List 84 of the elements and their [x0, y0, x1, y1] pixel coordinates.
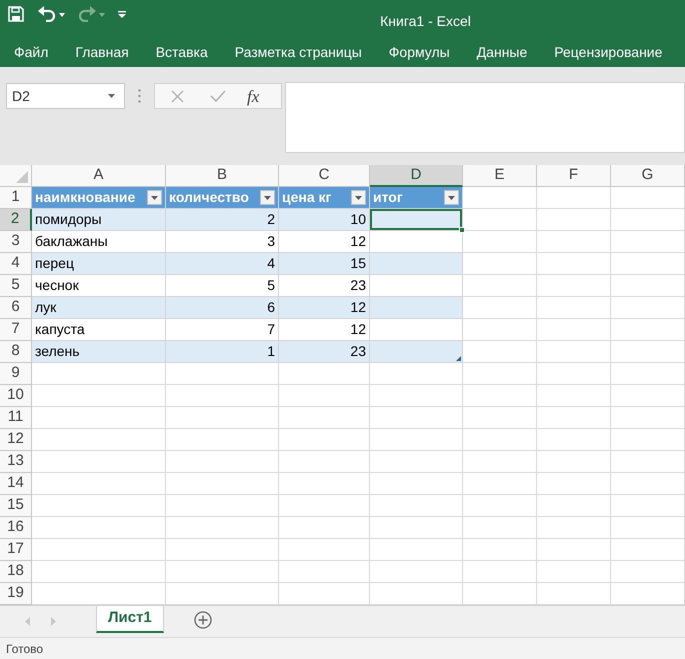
row-header[interactable]: 1	[0, 187, 32, 209]
column-title: цена кг	[282, 188, 332, 207]
row-header[interactable]: 2	[0, 209, 32, 231]
table-cell: 1	[166, 341, 279, 363]
table-cell: 15	[279, 253, 370, 275]
table-cell: 23	[279, 275, 370, 297]
table-cell: 5	[166, 275, 279, 297]
table-cell: баклажаны	[32, 231, 166, 253]
caret-icon[interactable]	[59, 13, 65, 17]
table-cell: чеснок	[32, 275, 166, 297]
row-header[interactable]: 15	[0, 495, 32, 517]
active-cell[interactable]	[370, 209, 463, 231]
ribbon-tab[interactable]: Вставка	[144, 39, 220, 65]
filter-button[interactable]	[444, 190, 459, 205]
insert-function-button[interactable]: fx	[245, 88, 262, 104]
row-header[interactable]: 5	[0, 275, 32, 297]
column-title: количество	[169, 188, 249, 207]
formula-input[interactable]	[285, 82, 685, 153]
status-text: Готово	[6, 640, 44, 658]
table-cell: помидоры	[32, 209, 166, 231]
row-header[interactable]: 9	[0, 363, 32, 385]
table-cell: перец	[32, 253, 166, 275]
row-header[interactable]: 16	[0, 517, 32, 539]
window-title: Книга1 - Excel	[380, 12, 471, 31]
column-header[interactable]: C	[279, 165, 370, 187]
column-header[interactable]: B	[166, 165, 279, 187]
undo-icon[interactable]	[38, 6, 56, 22]
filter-button[interactable]	[351, 190, 366, 205]
row-header[interactable]: 18	[0, 561, 32, 583]
customize-toolbar-icon[interactable]	[118, 10, 126, 18]
ribbon-tab[interactable]: Главная	[63, 39, 141, 65]
row-header[interactable]: 7	[0, 319, 32, 341]
ribbon-tab[interactable]: Рецензирование	[542, 39, 674, 65]
table-cell: 3	[166, 231, 279, 253]
save-icon[interactable]	[8, 6, 24, 22]
table-cell: 4	[166, 253, 279, 275]
table-cell: 12	[279, 297, 370, 319]
row-header[interactable]: 10	[0, 385, 32, 407]
sheet-tab[interactable]: Лист1	[96, 606, 164, 633]
row-header[interactable]: 17	[0, 539, 32, 561]
ribbon-tab[interactable]: Формулы	[376, 39, 462, 65]
row-header[interactable]: 13	[0, 451, 32, 473]
check-icon[interactable]	[210, 90, 226, 102]
caret-icon[interactable]	[355, 196, 362, 200]
column-title: наимкнование	[35, 188, 136, 207]
row-header[interactable]: 8	[0, 341, 32, 363]
triangle-icon	[16, 171, 28, 183]
filter-button[interactable]	[260, 190, 275, 205]
resize-handle-icon[interactable]	[456, 356, 461, 361]
caret-icon[interactable]	[108, 94, 115, 98]
column-header[interactable]: A	[32, 165, 166, 187]
fill-handle-icon[interactable]	[459, 227, 465, 233]
table-cell: 10	[279, 209, 370, 231]
column-header[interactable]: F	[537, 165, 611, 187]
grip-icon[interactable]	[138, 89, 141, 103]
ribbon-tab[interactable]: Разметка страницы	[222, 39, 374, 65]
column-header[interactable]: E	[463, 165, 537, 187]
column-title: итог	[373, 188, 403, 207]
table-cell: 6	[166, 297, 279, 319]
row-header[interactable]: 12	[0, 429, 32, 451]
ribbon-tab[interactable]: Файл	[2, 39, 60, 65]
add-sheet-icon[interactable]	[194, 611, 212, 629]
row-header[interactable]: 6	[0, 297, 32, 319]
row-header[interactable]: 14	[0, 473, 32, 495]
table-cell: 2	[166, 209, 279, 231]
name-box[interactable]: D2	[6, 83, 125, 109]
caret-icon[interactable]	[448, 196, 455, 200]
row-header[interactable]: 4	[0, 253, 32, 275]
table-cell: 12	[279, 231, 370, 253]
caret-icon[interactable]	[151, 196, 158, 200]
table-cell: 12	[279, 319, 370, 341]
column-header[interactable]: G	[611, 165, 685, 187]
table-cell: лук	[32, 297, 166, 319]
row-header[interactable]: 19	[0, 583, 32, 605]
table-cell: зелень	[32, 341, 166, 363]
row-header[interactable]: 3	[0, 231, 32, 253]
table-cell: 23	[279, 341, 370, 363]
column-header[interactable]: D	[370, 165, 463, 187]
table-cell: капуста	[32, 319, 166, 341]
row-header[interactable]: 11	[0, 407, 32, 429]
ribbon-tab[interactable]: Данные	[464, 39, 540, 65]
caret-icon[interactable]	[264, 196, 271, 200]
table-cell: 7	[166, 319, 279, 341]
filter-button[interactable]	[147, 190, 162, 205]
